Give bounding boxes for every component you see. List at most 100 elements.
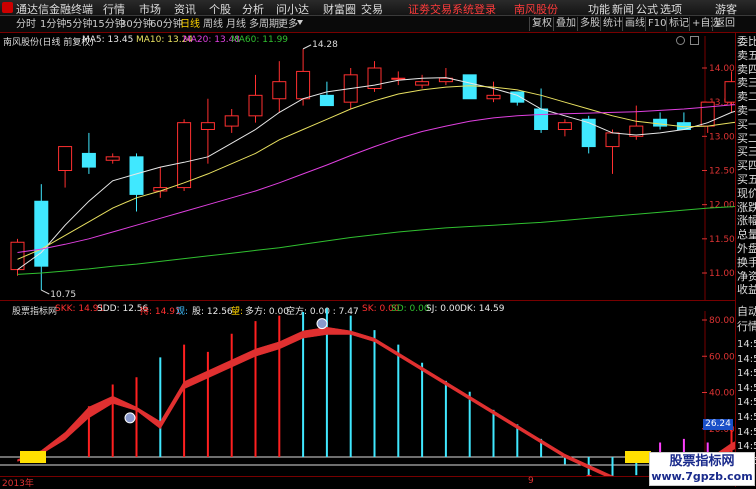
- period-tab[interactable]: 日线: [180, 17, 200, 32]
- period-toolbar: 分时 1分钟 5分钟 15分钟 30分钟 60分钟 日线 周线 月线 多周期 更多 复权 叠加 多股 统计画…: [0, 16, 756, 33]
- indicator-ribbon: [398, 352, 423, 372]
- indicator-ribbon: [493, 410, 518, 430]
- indicator-ribbon: [160, 380, 185, 430]
- candle-body: [581, 118, 596, 148]
- indicator-ribbon: [421, 366, 447, 386]
- quote-field-label: 卖三: [737, 77, 756, 90]
- quote-field-label: 总量: [737, 229, 756, 242]
- indicator-ribbon: [540, 439, 566, 459]
- candle: [129, 153, 144, 212]
- candle: [272, 61, 287, 113]
- quote-field-label: 卖四: [737, 63, 756, 76]
- price-axis-label: 12.50: [709, 167, 735, 177]
- candle-body: [653, 118, 668, 127]
- indicator-axis-label: 60.00: [709, 352, 735, 362]
- toolbar-button[interactable]: 叠加: [553, 17, 578, 31]
- signal-block: [625, 451, 651, 463]
- time-panel-row: 14:5: [737, 426, 756, 438]
- candle-body: [272, 81, 287, 100]
- menu-item[interactable]: 分析: [242, 1, 264, 17]
- right-menu-item[interactable]: 选项: [660, 1, 682, 17]
- candle: [438, 68, 453, 86]
- quote-field-label: 卖一: [737, 105, 756, 117]
- menu-item[interactable]: 问小达: [276, 1, 309, 17]
- high-marker-line: [302, 44, 312, 50]
- period-tab[interactable]: 更多: [278, 17, 298, 32]
- indicator-ribbon: [564, 453, 589, 470]
- indicator-ribbon: [326, 326, 351, 335]
- menu-item[interactable]: 个股: [209, 1, 231, 17]
- menu-item[interactable]: 行情: [103, 1, 125, 17]
- candle-body: [105, 156, 120, 161]
- candle-body: [58, 146, 73, 172]
- menu-item[interactable]: 交易: [361, 1, 383, 17]
- indicator-ribbon: [374, 337, 399, 357]
- indicator-chart[interactable]: 80.0060.0040.0020.000.00: [0, 301, 756, 477]
- guest-label[interactable]: 游客: [715, 1, 737, 17]
- candle-body: [319, 94, 334, 107]
- high-price-label: 14.28: [312, 40, 338, 50]
- candle: [391, 71, 406, 86]
- watermark-title: 股票指标网: [669, 454, 735, 469]
- menu-item[interactable]: 市场: [139, 1, 161, 17]
- candle: [557, 119, 572, 137]
- time-panel-row: 14:5: [737, 397, 756, 409]
- watermark: 股票指标网 www.7gpzb.com: [649, 452, 755, 486]
- indicator-ribbon: [41, 431, 66, 455]
- price-axis-label: 13.00: [709, 132, 735, 142]
- right-menu-item[interactable]: 功能: [588, 1, 610, 17]
- price-axis-label: 11.00: [709, 269, 735, 279]
- candle: [248, 74, 263, 123]
- candle-body: [224, 115, 239, 127]
- candle-body: [534, 108, 549, 130]
- candle-body: [486, 94, 501, 100]
- right-menu-item[interactable]: 新闻: [612, 1, 634, 17]
- ma20-line: [17, 103, 756, 253]
- quote-field-label: 买四: [737, 160, 756, 173]
- period-tab[interactable]: 60分钟: [150, 17, 183, 32]
- indicator-ribbon: [183, 370, 209, 390]
- time-panel-row: 14:5: [737, 368, 756, 380]
- toolbar-button[interactable]: 画线: [622, 17, 647, 31]
- toolbar-button[interactable]: 标记: [666, 17, 691, 31]
- toolbar-button[interactable]: 多股: [577, 17, 602, 31]
- stock-link[interactable]: 南风股份: [514, 1, 558, 17]
- period-tab[interactable]: 分时: [16, 17, 36, 32]
- indicator-ribbon: [255, 341, 280, 357]
- period-dropdown-icon[interactable]: [297, 20, 303, 25]
- toolbar-button[interactable]: 返回: [712, 17, 737, 31]
- period-tab[interactable]: 月线: [226, 17, 246, 32]
- candle-body: [296, 70, 311, 100]
- period-tab[interactable]: 5分钟: [66, 17, 92, 32]
- indicator-ribbon: [136, 406, 161, 430]
- toolbar-button[interactable]: F10: [645, 17, 668, 31]
- menu-item[interactable]: 财富圈: [323, 1, 356, 17]
- candle-body: [462, 74, 477, 100]
- period-tab[interactable]: 30分钟: [120, 17, 153, 32]
- period-tab[interactable]: 周线: [203, 17, 223, 32]
- quote-field-label: 收益: [737, 284, 756, 297]
- quote-field-label: 外盘: [737, 243, 756, 255]
- time-panel-header: 自动: [737, 305, 756, 318]
- candlestick-chart[interactable]: 14.0013.5013.0012.5012.0011.5011.0014.28…: [0, 36, 756, 301]
- app-name: 通达信金融终端: [16, 3, 93, 16]
- quote-field-label: 涨跌: [737, 201, 756, 214]
- ma5-line: [17, 77, 756, 271]
- candle-body: [177, 122, 192, 189]
- quote-field-label: 净资: [737, 270, 756, 283]
- period-tab[interactable]: 多周期: [249, 17, 279, 32]
- candle-body: [391, 77, 406, 80]
- year-label: 2013年: [2, 479, 34, 489]
- quote-field-label: 卖二: [737, 91, 756, 104]
- indicator-ribbon: [88, 395, 113, 419]
- login-notice-link[interactable]: 证劵交易系统登录: [408, 1, 496, 17]
- signal-marker-icon: [316, 318, 328, 330]
- menu-item[interactable]: 资讯: [174, 1, 196, 17]
- candle-body: [605, 132, 620, 148]
- indicator-ribbon: [279, 330, 304, 350]
- toolbar-button[interactable]: 复权: [529, 17, 554, 31]
- period-tab[interactable]: 1分钟: [40, 17, 66, 32]
- quote-field-label: 卖五: [737, 49, 756, 62]
- watermark-url: www.7gpzb.com: [651, 470, 753, 483]
- right-menu-item[interactable]: 公式: [636, 1, 658, 17]
